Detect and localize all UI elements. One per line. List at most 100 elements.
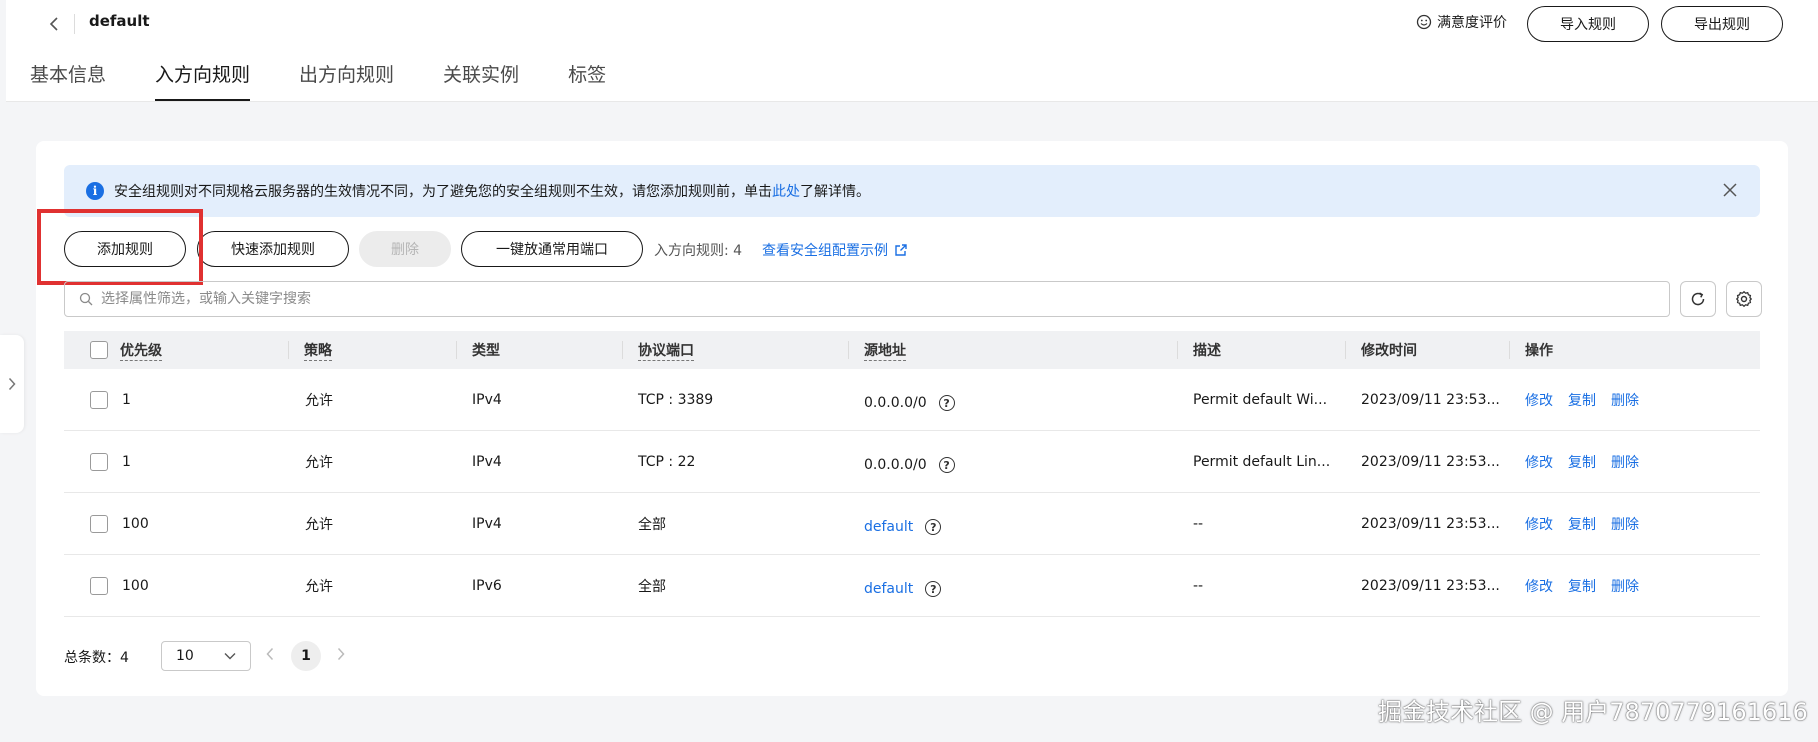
tab-inbound-rules[interactable]: 入方向规则 (155, 60, 251, 101)
cell-policy: 允许 (305, 517, 333, 533)
alert-details-link[interactable]: 此处 (772, 181, 800, 201)
select-all-checkbox[interactable] (90, 341, 108, 359)
cell-port: 全部 (638, 517, 666, 533)
satisfaction-rating-label: 满意度评价 (1437, 15, 1507, 31)
delete-link[interactable]: 删除 (1611, 452, 1639, 472)
source-group-link[interactable]: default (864, 581, 913, 597)
prev-page-icon[interactable] (266, 646, 274, 665)
source-value: 0.0.0.0/0 (864, 457, 927, 473)
row-checkbox[interactable] (90, 515, 108, 533)
tab-associated-instances[interactable]: 关联实例 (443, 60, 519, 101)
header-port-label: 协议端口 (638, 340, 694, 361)
cell-type: IPv4 (472, 454, 502, 470)
column-divider (1177, 341, 1178, 359)
header-description: 描述 (1193, 343, 1221, 359)
edit-link[interactable]: 修改 (1525, 390, 1553, 410)
tab-bar: 基本信息 入方向规则 出方向规则 关联实例 标签 (30, 60, 655, 101)
cell-priority: 100 (122, 578, 149, 594)
search-input[interactable] (101, 291, 1601, 307)
delete-link[interactable]: 删除 (1611, 514, 1639, 534)
cell-description: Permit default Lin... (1193, 454, 1331, 470)
header-modified-time: 修改时间 (1361, 343, 1417, 359)
page-title: default (89, 12, 150, 30)
copy-link[interactable]: 复制 (1568, 390, 1596, 410)
back-icon[interactable] (42, 12, 66, 36)
header-policy[interactable]: 策略 (304, 331, 332, 369)
row-checkbox[interactable] (90, 453, 108, 471)
table-row: 100 允许 IPv4 全部 default? -- 2023/09/11 23… (64, 493, 1760, 555)
external-link-icon (895, 244, 907, 256)
search-icon (79, 292, 93, 306)
cell-operations: 修改 复制 删除 (1525, 555, 1654, 617)
delete-button[interactable]: 删除 (359, 231, 451, 267)
edit-link[interactable]: 修改 (1525, 514, 1553, 534)
current-page-button[interactable]: 1 (291, 641, 321, 671)
tab-tags[interactable]: 标签 (568, 60, 606, 101)
cell-type: IPv4 (472, 392, 502, 408)
header-operations: 操作 (1525, 343, 1553, 359)
search-bar (64, 281, 1670, 317)
column-divider (288, 341, 289, 359)
header-port[interactable]: 协议端口 (638, 331, 694, 369)
refresh-button[interactable] (1680, 281, 1716, 317)
delete-link[interactable]: 删除 (1611, 390, 1639, 410)
title-divider (74, 14, 75, 34)
row-checkbox[interactable] (90, 577, 108, 595)
cell-modified-time: 2023/09/11 23:53... (1361, 578, 1500, 594)
cell-source: 0.0.0.0/0? (864, 434, 955, 496)
row-checkbox[interactable] (90, 391, 108, 409)
header-policy-label: 策略 (304, 340, 332, 361)
config-example-label: 查看安全组配置示例 (762, 243, 888, 259)
column-divider (1345, 341, 1346, 359)
chevron-right-icon (8, 377, 16, 391)
copy-link[interactable]: 复制 (1568, 514, 1596, 534)
open-common-ports-button[interactable]: 一键放通常用端口 (461, 231, 643, 267)
cell-operations: 修改 复制 删除 (1525, 431, 1654, 493)
header-priority-label: 优先级 (120, 340, 162, 361)
column-divider (848, 341, 849, 359)
side-panel-expand-handle[interactable] (0, 335, 24, 433)
tab-outbound-rules[interactable]: 出方向规则 (299, 60, 394, 101)
refresh-icon (1691, 292, 1705, 306)
header-source-label: 源地址 (864, 340, 906, 361)
edit-link[interactable]: 修改 (1525, 576, 1553, 596)
header-source[interactable]: 源地址 (864, 331, 906, 369)
next-page-icon[interactable] (337, 646, 345, 665)
cell-modified-time: 2023/09/11 23:53... (1361, 392, 1500, 408)
cell-priority: 1 (122, 392, 131, 408)
table-settings-button[interactable] (1726, 281, 1762, 317)
cell-source: 0.0.0.0/0? (864, 372, 955, 434)
page-size-select[interactable]: 10 (161, 641, 251, 671)
export-rules-button[interactable]: 导出规则 (1661, 6, 1783, 42)
tab-basic-info[interactable]: 基本信息 (30, 60, 106, 101)
add-rule-button[interactable]: 添加规则 (64, 231, 186, 267)
close-icon[interactable] (1718, 178, 1742, 202)
copy-link[interactable]: 复制 (1568, 452, 1596, 472)
help-icon[interactable]: ? (925, 581, 942, 597)
satisfaction-rating-link[interactable]: 满意度评价 (1416, 12, 1507, 32)
row-select-cell (90, 369, 108, 431)
cell-policy: 允许 (305, 579, 333, 595)
edit-link[interactable]: 修改 (1525, 452, 1553, 472)
table-row: 1 允许 IPv4 TCP : 22 0.0.0.0/0? Permit def… (64, 431, 1760, 493)
table-header: 优先级 策略 类型 协议端口 源地址 描述 修改时间 操作 (64, 331, 1760, 369)
table-row: 1 允许 IPv4 TCP : 3389 0.0.0.0/0? Permit d… (64, 369, 1760, 431)
quick-add-rule-button[interactable]: 快速添加规则 (197, 231, 349, 267)
help-icon[interactable]: ? (938, 457, 955, 473)
header-priority[interactable]: 优先级 (120, 331, 162, 369)
alert-text-before: 安全组规则对不同规格云服务器的生效情况不同，为了避免您的安全组规则不生效，请您添… (114, 184, 772, 200)
cell-source: default? (864, 496, 942, 558)
page-size-value: 10 (176, 648, 194, 664)
help-icon[interactable]: ? (938, 395, 955, 411)
cell-port: TCP : 3389 (638, 392, 714, 408)
import-rules-button[interactable]: 导入规则 (1527, 6, 1649, 42)
source-group-link[interactable]: default (864, 519, 913, 535)
gear-icon (1735, 290, 1753, 308)
watermark: 掘金技术社区 @ 用户7870779161616 (1378, 698, 1808, 726)
copy-link[interactable]: 复制 (1568, 576, 1596, 596)
delete-link[interactable]: 删除 (1611, 576, 1639, 596)
header-type: 类型 (472, 343, 500, 359)
config-example-link[interactable]: 查看安全组配置示例 (762, 240, 908, 260)
cell-policy: 允许 (305, 455, 333, 471)
help-icon[interactable]: ? (925, 519, 942, 535)
